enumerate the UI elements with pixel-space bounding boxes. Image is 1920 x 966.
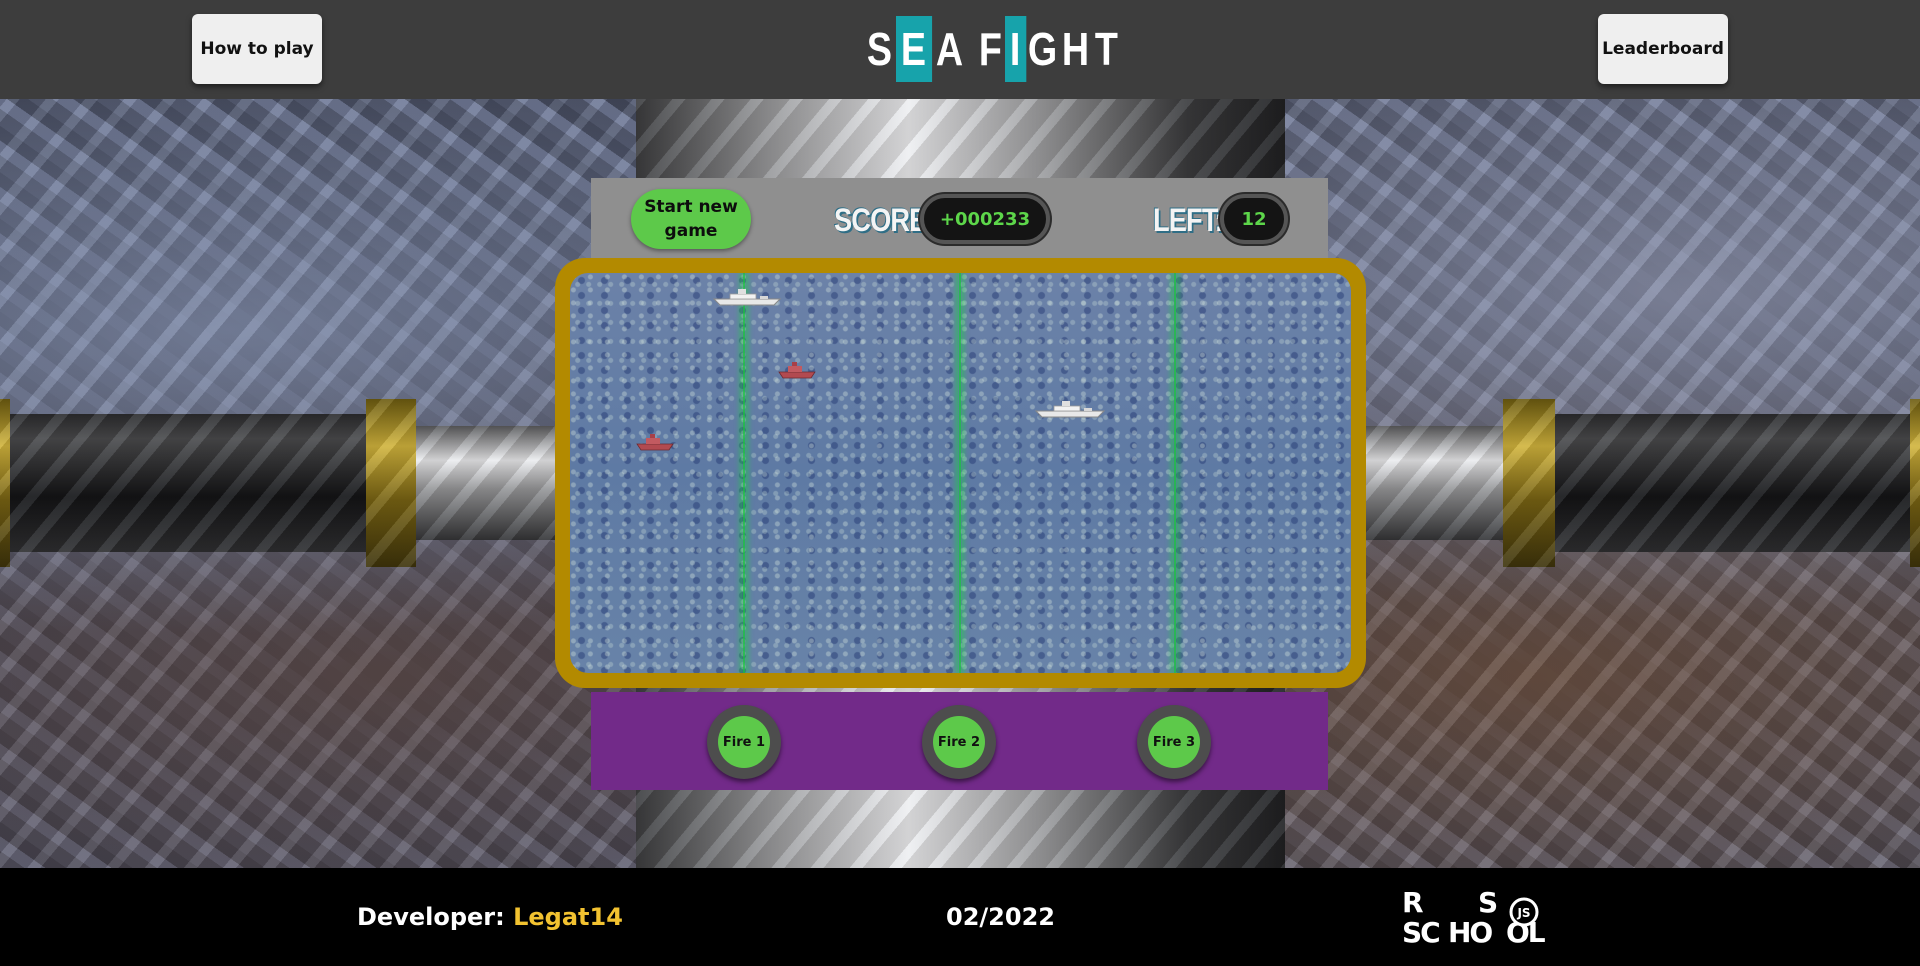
header-bar: How to play S E A F I G H T Leaderboard bbox=[0, 0, 1920, 99]
rs-school-logo[interactable]: R S SC HO OL JS bbox=[1402, 886, 1562, 946]
how-to-play-button[interactable]: How to play bbox=[192, 14, 322, 84]
right-brass-ring bbox=[1503, 399, 1555, 567]
svg-text:SC: SC bbox=[1402, 916, 1439, 946]
fire-2-label: Fire 2 bbox=[933, 716, 985, 768]
svg-text:JS: JS bbox=[1516, 906, 1530, 920]
red-ship-icon bbox=[636, 434, 674, 451]
logo-letter: E bbox=[895, 16, 932, 82]
logo-letter: T bbox=[1094, 23, 1119, 75]
fire-2-button[interactable]: Fire 2 bbox=[922, 705, 996, 779]
white-ship-icon bbox=[1034, 401, 1106, 418]
right-edge-ring bbox=[1910, 399, 1920, 567]
laser-beam-3 bbox=[1173, 273, 1177, 673]
white-ship-icon bbox=[712, 289, 782, 306]
svg-text:HO: HO bbox=[1448, 916, 1492, 946]
fire-1-label: Fire 1 bbox=[718, 716, 770, 768]
sea-game-field bbox=[570, 273, 1351, 673]
fire-1-button[interactable]: Fire 1 bbox=[707, 705, 781, 779]
fire-3-button[interactable]: Fire 3 bbox=[1137, 705, 1211, 779]
left-edge-ring bbox=[0, 399, 10, 567]
logo-letter: I bbox=[1004, 16, 1026, 82]
logo-letter: A bbox=[936, 23, 965, 75]
logo-letter: S bbox=[866, 23, 893, 75]
svg-text:R: R bbox=[1402, 886, 1424, 919]
logo-letter: G bbox=[1027, 23, 1058, 75]
leaderboard-button[interactable]: Leaderboard bbox=[1598, 14, 1728, 84]
laser-beam-1 bbox=[742, 273, 746, 673]
developer-link[interactable]: Legat14 bbox=[513, 903, 623, 931]
logo-letter: F bbox=[978, 23, 1003, 75]
score-value: +000233 bbox=[920, 194, 1050, 244]
left-label: LEFT: bbox=[1153, 202, 1224, 238]
developer-label: Developer: bbox=[357, 903, 514, 931]
logo-letter: H bbox=[1062, 23, 1091, 75]
right-dark-pipe bbox=[1550, 414, 1920, 552]
left-dark-pipe bbox=[0, 414, 372, 552]
sea-fight-logo: S E A F I G H T bbox=[866, 16, 1121, 82]
laser-beam-2 bbox=[958, 273, 962, 673]
developer-credit: Developer: Legat14 bbox=[357, 903, 623, 931]
fire-3-label: Fire 3 bbox=[1148, 716, 1200, 768]
release-date: 02/2022 bbox=[946, 903, 1055, 931]
svg-text:S: S bbox=[1478, 886, 1498, 919]
left-value: 12 bbox=[1220, 194, 1288, 244]
left-brass-ring bbox=[366, 399, 416, 567]
red-ship-icon bbox=[778, 362, 816, 379]
start-new-game-button[interactable]: Start new game bbox=[631, 189, 751, 249]
